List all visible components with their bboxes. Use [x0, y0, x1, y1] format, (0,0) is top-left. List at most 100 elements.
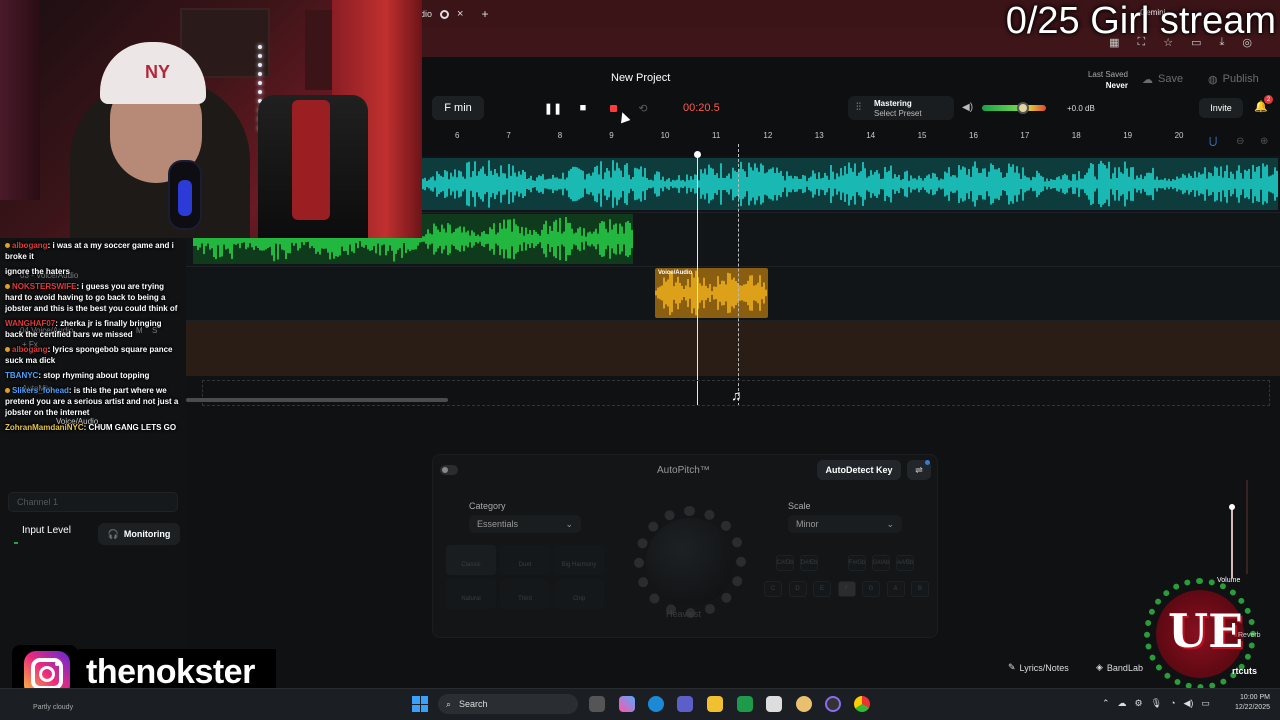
key-button[interactable]: F min — [432, 96, 484, 120]
last-saved-label: Last Saved — [1087, 70, 1128, 79]
file-explorer-icon[interactable] — [707, 696, 723, 712]
pitch-amount-knob[interactable] — [646, 518, 734, 606]
chevron-down-icon: ⌄ — [886, 518, 894, 529]
wifi-icon[interactable]: ◔ — [1170, 698, 1175, 709]
zoom-out-icon[interactable]: ⊖ — [1236, 136, 1244, 147]
instagram-icon-lens — [39, 666, 55, 682]
ruler-tick: 18 — [1071, 131, 1081, 140]
category-dropdown[interactable]: Essentials ⌄ — [469, 515, 581, 533]
loop-icon[interactable]: ⟲ — [628, 98, 658, 118]
mic-icon[interactable]: 🎙 — [1151, 698, 1162, 709]
key-note-g[interactable]: G — [862, 581, 880, 597]
chat-username: albogang — [12, 241, 48, 250]
taskbar-clock[interactable]: 10:00 PM 12/22/2025 — [1226, 693, 1270, 713]
cloud-icon[interactable]: ☁ — [1118, 698, 1127, 709]
pitch-style-third[interactable]: Third — [500, 579, 550, 609]
app-icon[interactable] — [825, 696, 841, 712]
new-tab-button[interactable]: + — [481, 7, 488, 21]
tab-close-button[interactable]: × — [457, 8, 463, 20]
invite-button[interactable]: Invite — [1199, 98, 1243, 118]
speaker-icon[interactable]: ◀) — [1184, 698, 1194, 709]
chat-username: TBANYC — [5, 371, 39, 380]
bandlab-button[interactable]: ◈ BandLab — [1096, 662, 1143, 673]
playhead[interactable] — [697, 154, 698, 406]
autodetect-key-button[interactable]: AutoDetect Key — [817, 460, 901, 480]
stop-icon[interactable]: ■ — [568, 98, 598, 118]
pitch-style-classic[interactable]: Classic — [446, 545, 496, 575]
horizontal-scrollbar[interactable] — [186, 398, 448, 402]
project-title[interactable]: New Project — [611, 72, 670, 84]
taskbar-search[interactable]: ⌕ Search — [438, 694, 578, 714]
volume-slider[interactable] — [1229, 504, 1235, 510]
windows-taskbar — [0, 688, 1280, 720]
ruler-tick: 15 — [917, 131, 927, 140]
edge-icon[interactable] — [648, 696, 664, 712]
recording-icon — [440, 9, 450, 19]
chevron-down-icon: ⌄ — [565, 518, 573, 529]
scale-dropdown[interactable]: Minor ⌄ — [788, 515, 902, 533]
obs-icon[interactable] — [796, 696, 812, 712]
copilot-icon[interactable] — [619, 696, 635, 712]
notepad-icon[interactable] — [766, 696, 782, 712]
audio-clip-cyan[interactable] — [422, 158, 1278, 210]
chat-text: : CHUM GANG LETS GO — [83, 423, 177, 432]
windows-start-icon[interactable] — [412, 696, 428, 712]
chrome-icon[interactable] — [854, 696, 870, 712]
mastering-preset-button[interactable]: ⫶⫶ Mastering Select Preset — [848, 96, 954, 120]
publish-label: Publish — [1222, 73, 1259, 85]
volume-track — [1246, 480, 1248, 574]
store-icon[interactable] — [737, 696, 753, 712]
publish-button[interactable]: ◍ Publish — [1208, 70, 1259, 88]
lyrics-notes-button[interactable]: ✎ Lyrics/Notes — [1008, 662, 1069, 673]
chevron-up-icon[interactable]: ⌃ — [1102, 698, 1110, 709]
speaker-icon[interactable]: ◀) — [962, 102, 973, 113]
last-saved: Last Saved Never — [1076, 69, 1128, 91]
monitoring-button[interactable]: 🎧 Monitoring — [98, 523, 180, 545]
channel-select[interactable]: Channel 1 — [8, 492, 178, 512]
key-note-d[interactable]: D — [788, 581, 807, 597]
key-accidental[interactable]: A#/Bb — [896, 555, 914, 571]
knob-label: Heaviest — [666, 609, 702, 619]
chat-badge-icon — [5, 284, 10, 289]
pitch-style-big-harmony[interactable]: Big Harmony — [554, 545, 604, 575]
master-volume-db: +0.0 dB — [1067, 104, 1095, 113]
key-note-a[interactable]: A — [886, 581, 905, 597]
magnet-icon[interactable]: ⋃ — [1209, 136, 1217, 147]
pitch-style-duet[interactable]: Duet — [500, 545, 550, 575]
sliders-icon: ⫶⫶ — [856, 102, 861, 113]
browser-tab[interactable]: dio × + — [420, 4, 488, 24]
record-icon — [609, 104, 617, 112]
zoom-in-icon[interactable]: ⊕ — [1260, 136, 1268, 147]
ruler-tick: 14 — [866, 131, 876, 140]
chat-badge-icon — [5, 347, 10, 352]
pitch-style-chip[interactable]: Chip — [554, 579, 604, 609]
battery-icon[interactable]: ▭ — [1201, 698, 1210, 709]
weather-widget[interactable]: Partly cloudy — [33, 704, 73, 711]
task-view-icon[interactable] — [589, 696, 605, 712]
key-note-b[interactable]: B — [911, 581, 929, 597]
save-button[interactable]: ☁ Save — [1142, 70, 1183, 88]
playhead-handle[interactable] — [694, 151, 701, 158]
waveform-cyan — [422, 160, 1278, 208]
timeline-ruler[interactable] — [420, 130, 1280, 156]
key-note-e[interactable]: E — [813, 581, 831, 597]
loop-marker[interactable] — [738, 144, 739, 406]
teams-icon[interactable] — [677, 696, 693, 712]
key-accidental[interactable]: F#/Gb — [848, 555, 866, 571]
key-note-c[interactable]: C — [764, 581, 782, 597]
audio-clip-orange[interactable]: Voice/Audio — [655, 268, 768, 318]
key-accidental[interactable]: G#/Ab — [872, 555, 890, 571]
pitch-style-natural[interactable]: Natural — [446, 579, 496, 609]
chat-text: : stop rhyming about topping — [38, 371, 150, 380]
key-accidental[interactable]: C#/Db — [776, 555, 794, 571]
chat-text: ignore the haters — [5, 267, 70, 276]
preset-title: Mastering — [874, 99, 912, 108]
key-note-f[interactable]: F — [837, 581, 856, 597]
pause-icon[interactable]: ❚❚ — [538, 98, 568, 118]
master-volume-slider[interactable] — [1017, 102, 1029, 114]
track-lane-4[interactable] — [185, 320, 1280, 376]
key-accidental[interactable]: D#/Eb — [800, 555, 818, 571]
search-icon: ⌕ — [446, 698, 452, 709]
network-icon[interactable]: ⚙ — [1135, 698, 1143, 709]
chat-message: NOKSTERSWIFE: i guess you are trying har… — [0, 279, 186, 316]
